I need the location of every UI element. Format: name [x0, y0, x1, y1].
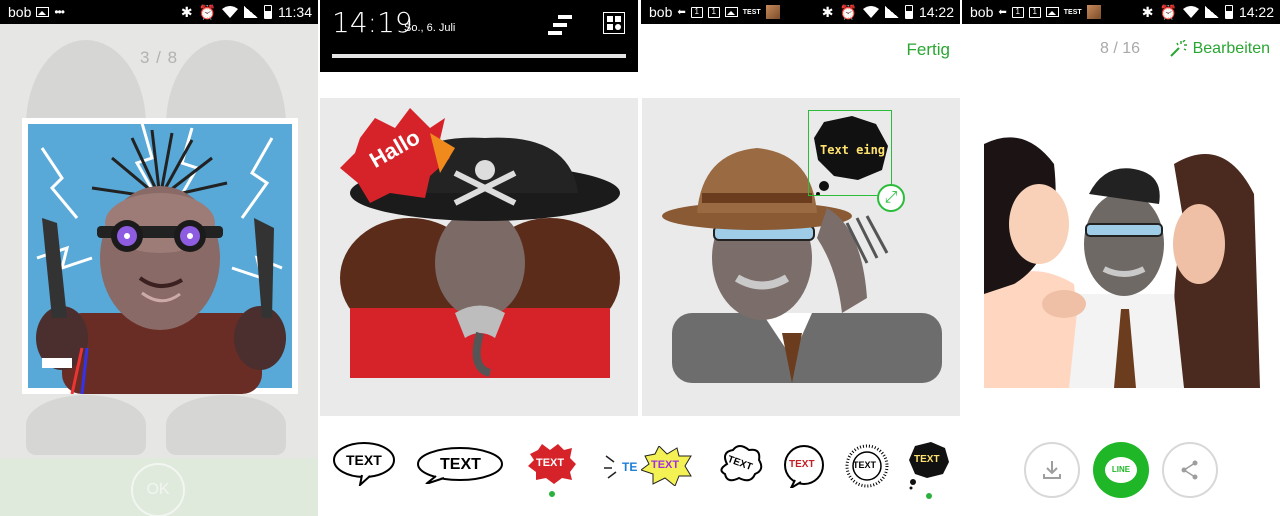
image-icon	[724, 7, 738, 17]
done-button[interactable]: Fertig	[907, 40, 950, 60]
signal-icon	[244, 6, 258, 18]
sim-1-icon: 1	[1011, 6, 1024, 18]
shade-clock: 14:19	[332, 6, 413, 39]
bubble-style-5[interactable]: TEXT	[641, 445, 693, 487]
quick-settings-icon[interactable]	[603, 12, 625, 34]
bubble-label: TEXT	[346, 452, 382, 468]
bubble-label: TEXT	[914, 454, 940, 465]
black-blob-icon	[909, 442, 949, 490]
clock: 14:22	[1238, 4, 1274, 20]
shade-handle-bar[interactable]	[332, 54, 626, 58]
hat-man-sticker	[662, 148, 942, 383]
bluetooth-icon: ✱	[1141, 3, 1154, 20]
bubble-style-7[interactable]: TEXT	[783, 444, 825, 491]
wifi-icon	[1182, 6, 1199, 18]
bubble-label: TEXT	[789, 459, 815, 470]
sim-2-icon: 1	[707, 6, 720, 18]
bubble-label: TEXT	[651, 459, 680, 471]
notification-list-icon[interactable]	[548, 14, 574, 36]
status-bar: bob ⬅ 1 1 TEST ✱ ⏰ 14:22	[641, 0, 960, 24]
wifi-icon	[862, 6, 879, 18]
bubble-style-9[interactable]: TEXT	[909, 442, 949, 490]
image-icon	[36, 7, 50, 17]
carrier-label: bob	[8, 4, 32, 20]
alarm-icon: ⏰	[198, 3, 216, 20]
ghost-sticker-4	[166, 395, 286, 455]
clock: 11:34	[278, 4, 312, 20]
test-label: TEST	[1063, 8, 1082, 16]
bubble-label: TEXT	[440, 456, 481, 473]
sticker-canvas[interactable]: Text eing ⤢	[642, 98, 960, 416]
bubble-label: TE	[622, 460, 638, 474]
download-button[interactable]	[1024, 442, 1080, 498]
bubble-label: TEXT	[536, 457, 565, 469]
selected-indicator	[549, 491, 555, 497]
bubble-style-picker[interactable]: TEXT TEXT TEXT TEXT TEXT	[641, 440, 959, 500]
battery-icon	[264, 5, 272, 19]
edit-label: Bearbeiten	[1192, 40, 1270, 57]
magic-wand-icon	[1169, 40, 1187, 57]
bubble-style-2[interactable]: TEXT	[416, 446, 504, 485]
screen-2: 14:19 So., 6. Juli Hallo TEXT TEXT TEXT …	[320, 0, 638, 516]
bluetooth-icon: ✱	[180, 3, 193, 20]
selected-indicator	[926, 493, 932, 499]
bubble-style-8[interactable]: TEXT	[845, 444, 889, 488]
share-button[interactable]	[1162, 442, 1218, 498]
sim-2-icon: 1	[1028, 6, 1041, 18]
status-bar: bob ⬅ 1 1 TEST ✱ ⏰ 14:22	[962, 0, 1280, 24]
alarm-icon: ⏰	[1159, 3, 1177, 20]
more-dots: •••	[54, 5, 65, 19]
bubble-style-1[interactable]: TEXT	[332, 440, 396, 488]
resize-handle-icon[interactable]: ⤢	[877, 184, 905, 212]
shade-date: So., 6. Juli	[404, 22, 456, 34]
mad-scientist-sticker	[22, 118, 298, 395]
carrier-label: bob	[970, 4, 994, 20]
screen-3: bob ⬅ 1 1 TEST ✱ ⏰ 14:22 Fertig Text ein…	[641, 0, 960, 516]
thumbnail-icon	[765, 5, 780, 19]
trio-sticker[interactable]	[984, 134, 1260, 388]
download-icon	[1043, 461, 1061, 479]
status-bar: bob ••• ✱ ⏰ 11:34	[0, 0, 318, 24]
bubble-label: TEXT	[853, 460, 877, 470]
clock: 14:22	[918, 4, 954, 20]
battery-icon	[904, 5, 913, 19]
sticker-preview[interactable]	[22, 118, 298, 395]
image-icon	[1045, 7, 1059, 17]
battery-icon	[1224, 5, 1233, 19]
signal-icon	[884, 6, 899, 18]
back-icon: ⬅	[677, 6, 686, 18]
bubble-style-picker[interactable]: TEXT TEXT TEXT TE	[320, 440, 638, 500]
edit-button[interactable]: Bearbeiten	[1169, 40, 1270, 58]
selection-box[interactable]	[808, 110, 892, 196]
carrier-label: bob	[649, 4, 673, 20]
share-icon	[1181, 460, 1198, 480]
sticker-counter: 3 / 8	[139, 48, 179, 67]
alarm-icon: ⏰	[839, 3, 857, 20]
pirate-sticker	[340, 108, 620, 378]
bubble-style-4[interactable]: TE	[604, 452, 638, 484]
wifi-icon	[222, 6, 238, 18]
ok-button[interactable]: OK	[131, 463, 185, 516]
bluetooth-icon: ✱	[821, 3, 834, 20]
sticker-counter: 8 / 16	[1100, 40, 1141, 57]
bubble-style-6[interactable]: TEXT	[717, 444, 765, 488]
signal-icon	[1204, 6, 1219, 18]
sim-1-icon: 1	[690, 6, 703, 18]
sticker-canvas[interactable]: Hallo	[320, 98, 638, 416]
line-share-button[interactable]: LINE	[1093, 442, 1149, 498]
thumbnail-icon	[1086, 5, 1101, 19]
screen-4: bob ⬅ 1 1 TEST ✱ ⏰ 14:22 8 / 16 Bearbeit…	[962, 0, 1280, 516]
back-icon: ⬅	[998, 6, 1007, 18]
screen-1: bob ••• ✱ ⏰ 11:34 3 / 8 OK	[0, 0, 318, 516]
notification-shade[interactable]: 14:19 So., 6. Juli	[320, 0, 638, 72]
line-icon: LINE	[1105, 457, 1137, 483]
test-label: TEST	[742, 8, 761, 16]
bubble-style-3[interactable]: TEXT	[526, 444, 576, 484]
ghost-sticker-3	[26, 395, 146, 455]
